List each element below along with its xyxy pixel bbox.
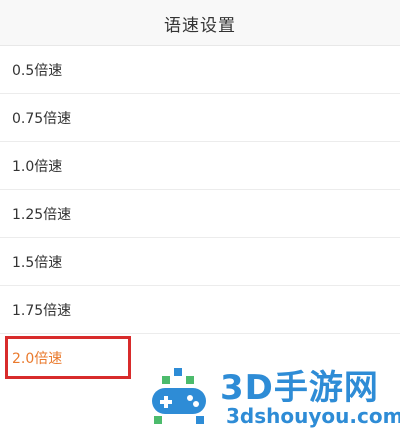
watermark: 3D手游网 3dshouyou.com [142,356,400,434]
speed-option-label: 1.5倍速 [12,254,63,271]
speed-option-label: 0.5倍速 [12,62,63,79]
speed-option-1-25x[interactable]: 1.25倍速 [0,190,400,238]
speed-option-0-75x[interactable]: 0.75倍速 [0,94,400,142]
speed-option-1-0x[interactable]: 1.0倍速 [0,142,400,190]
speed-option-1-5x[interactable]: 1.5倍速 [0,238,400,286]
page-title: 语速设置 [164,16,236,36]
speed-option-0-5x[interactable]: 0.5倍速 [0,46,400,94]
top-bar: 语速设置 [0,0,400,46]
highlight-box [5,336,131,379]
speed-option-label: 1.0倍速 [12,158,63,175]
watermark-url: 3dshouyou.com [226,404,400,428]
speed-option-1-75x[interactable]: 1.75倍速 [0,286,400,334]
game-controller-logo-icon [152,368,206,424]
speed-option-label: 1.25倍速 [12,206,72,223]
speed-option-label: 1.75倍速 [12,302,72,319]
watermark-title: 3D手游网 [220,368,379,408]
speed-option-label: 0.75倍速 [12,110,72,127]
